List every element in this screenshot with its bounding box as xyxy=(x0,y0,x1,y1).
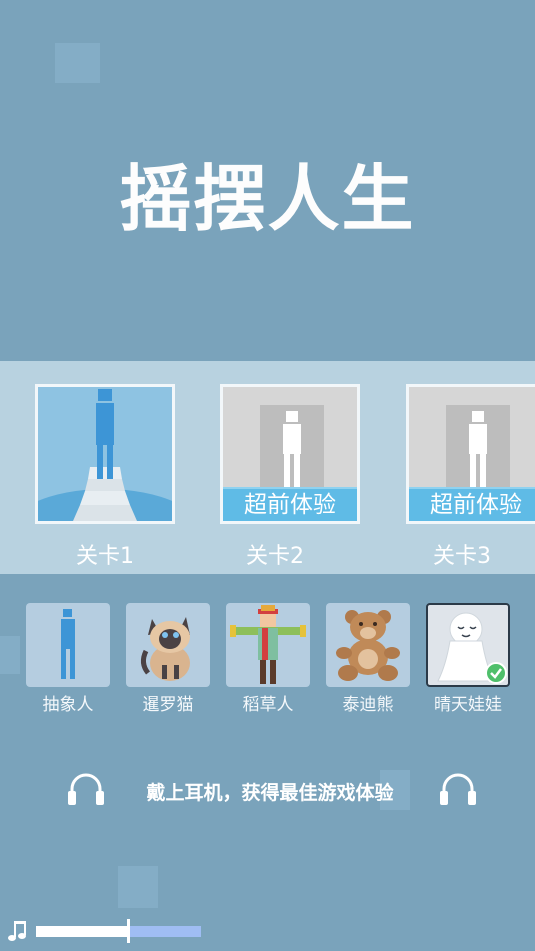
level-card-1[interactable] xyxy=(35,384,175,524)
teddy-bear-icon xyxy=(336,610,400,681)
level-label-1: 关卡1 xyxy=(76,544,134,569)
volume-slider-fill xyxy=(36,926,128,937)
early-access-ribbon: 超前体验 xyxy=(223,487,357,521)
character-label: 稻草人 xyxy=(242,695,294,715)
scarecrow-icon xyxy=(230,605,306,684)
character-label: 暹罗猫 xyxy=(142,695,194,715)
character-siamese-cat[interactable] xyxy=(126,603,210,687)
character-label: 泰迪熊 xyxy=(342,695,394,715)
level-card-3[interactable]: 超前体验 xyxy=(406,384,535,524)
headphones-icon xyxy=(68,773,104,805)
character-label: 抽象人 xyxy=(42,695,94,715)
character-scarecrow[interactable] xyxy=(226,603,310,687)
character-teru-teru-bozu[interactable] xyxy=(426,603,510,687)
check-icon xyxy=(485,662,507,684)
volume-slider-handle[interactable] xyxy=(127,919,130,943)
siamese-cat-icon xyxy=(140,617,190,681)
abstract-man-icon xyxy=(61,609,75,679)
decor-square xyxy=(0,636,20,674)
level-card-2[interactable]: 超前体验 xyxy=(220,384,360,524)
level-label-2: 关卡2 xyxy=(246,544,304,569)
decor-square xyxy=(118,866,158,908)
character-teddy-bear[interactable] xyxy=(326,603,410,687)
level-label-3: 关卡3 xyxy=(433,544,491,569)
stairs-figure-icon xyxy=(38,389,172,521)
character-abstract-man[interactable] xyxy=(26,603,110,687)
headphones-hint: 戴上耳机，获得最佳游戏体验 xyxy=(146,782,394,804)
headphones-icon xyxy=(440,773,476,805)
character-label: 晴天娃娃 xyxy=(434,695,502,715)
game-title: 摇摆人生 xyxy=(119,157,416,241)
decor-square xyxy=(55,43,100,83)
music-note-icon xyxy=(8,921,26,941)
early-access-ribbon: 超前体验 xyxy=(409,487,535,521)
